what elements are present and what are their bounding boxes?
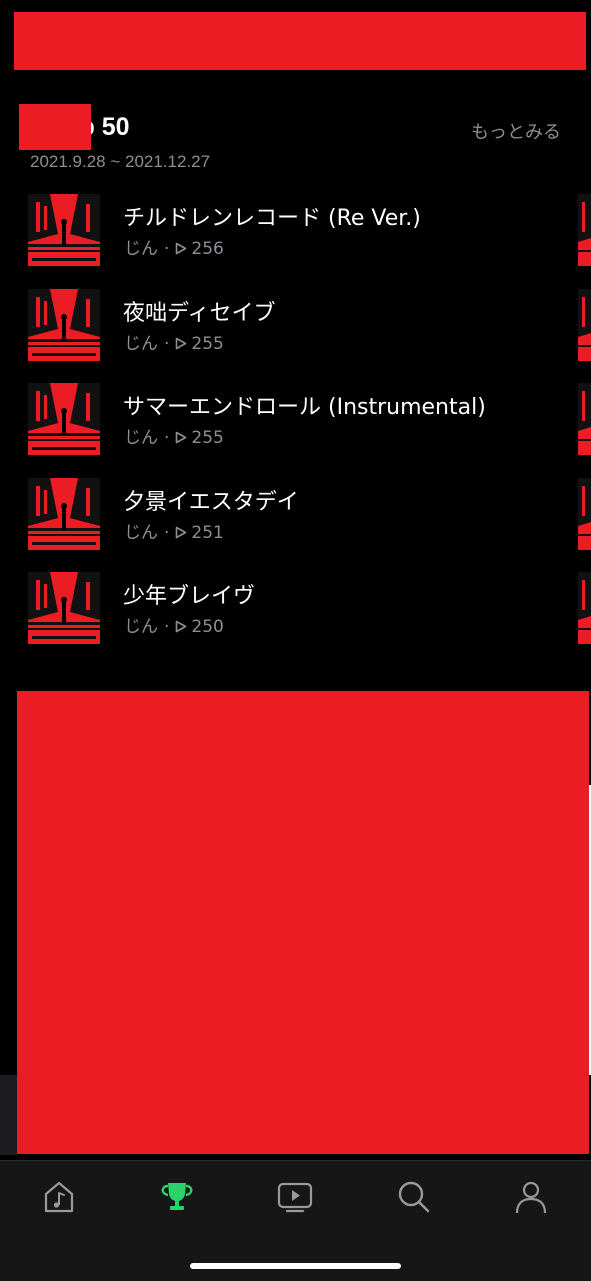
album-art [28,572,100,644]
play-count-icon [176,242,187,255]
track-meta: じん · 255 [124,428,224,448]
tab-home[interactable] [39,1177,79,1217]
play-count: 251 [191,522,224,543]
redacted-banner [14,12,586,70]
track-meta: じん · 255 [124,333,224,354]
play-count-icon [176,431,187,444]
track-list: チルドレンレコード (Re Ver.) じん · 256 夜咄ディセイブ じん … [0,192,591,665]
track-title: 夕景イエスタデイ [123,489,299,515]
track-title: チルドレンレコード (Re Ver.) [123,206,421,231]
tab-video[interactable] [275,1177,315,1217]
track-artist: じん [124,617,158,637]
tab-search[interactable] [393,1177,433,1217]
redacted-title-prefix [19,104,91,150]
album-art [28,383,100,455]
play-count: 256 [191,239,224,259]
album-art [28,477,100,550]
track-artist: じん [124,333,158,354]
home-indicator[interactable] [190,1263,401,1269]
next-page-art-peek [578,383,591,455]
play-count: 255 [191,428,224,448]
redacted-content-area [17,691,589,1154]
album-art [28,288,100,361]
mini-player-edge [0,1075,17,1155]
video-icon [277,1182,313,1213]
track-meta: じん · 250 [124,617,224,637]
next-page-art-peek [578,477,591,550]
search-icon [398,1181,430,1213]
album-art [28,194,100,266]
next-page-art-peek [578,288,591,361]
play-count-icon [176,620,187,633]
track-title: 少年ブレイヴ [123,584,256,609]
track-title: サマーエンドロール (Instrumental) [123,395,486,420]
track-title: 夜咄ディセイブ [123,300,276,326]
track-row[interactable]: チルドレンレコード (Re Ver.) じん · 256 [0,192,591,287]
profile-icon [515,1181,547,1214]
play-count-icon [176,337,187,349]
date-range: 2021.9.28 ~ 2021.12.27 [30,152,211,171]
play-count: 250 [191,617,224,637]
play-count-icon [176,526,187,538]
trophy-icon [161,1183,193,1210]
track-row[interactable]: 夕景イエスタデイ じん · 251 [0,476,591,571]
track-row[interactable]: 夜咄ディセイブ じん · 255 [0,287,591,382]
track-artist: じん [124,522,158,543]
next-page-art-peek [578,194,591,266]
see-more-link[interactable]: もっとみる [471,118,561,144]
next-page-art-peek [578,572,591,644]
track-meta: じん · 251 [124,522,224,543]
tab-profile[interactable] [511,1177,551,1217]
play-count: 255 [191,333,224,354]
track-row[interactable]: サマーエンドロール (Instrumental) じん · 255 [0,381,591,476]
track-artist: じん [124,428,158,448]
music-library-icon [44,1181,74,1213]
track-row[interactable]: 少年ブレイヴ じん · 250 [0,570,591,665]
tab-ranking[interactable] [157,1177,197,1217]
track-artist: じん [124,239,158,259]
track-meta: じん · 256 [124,239,224,259]
